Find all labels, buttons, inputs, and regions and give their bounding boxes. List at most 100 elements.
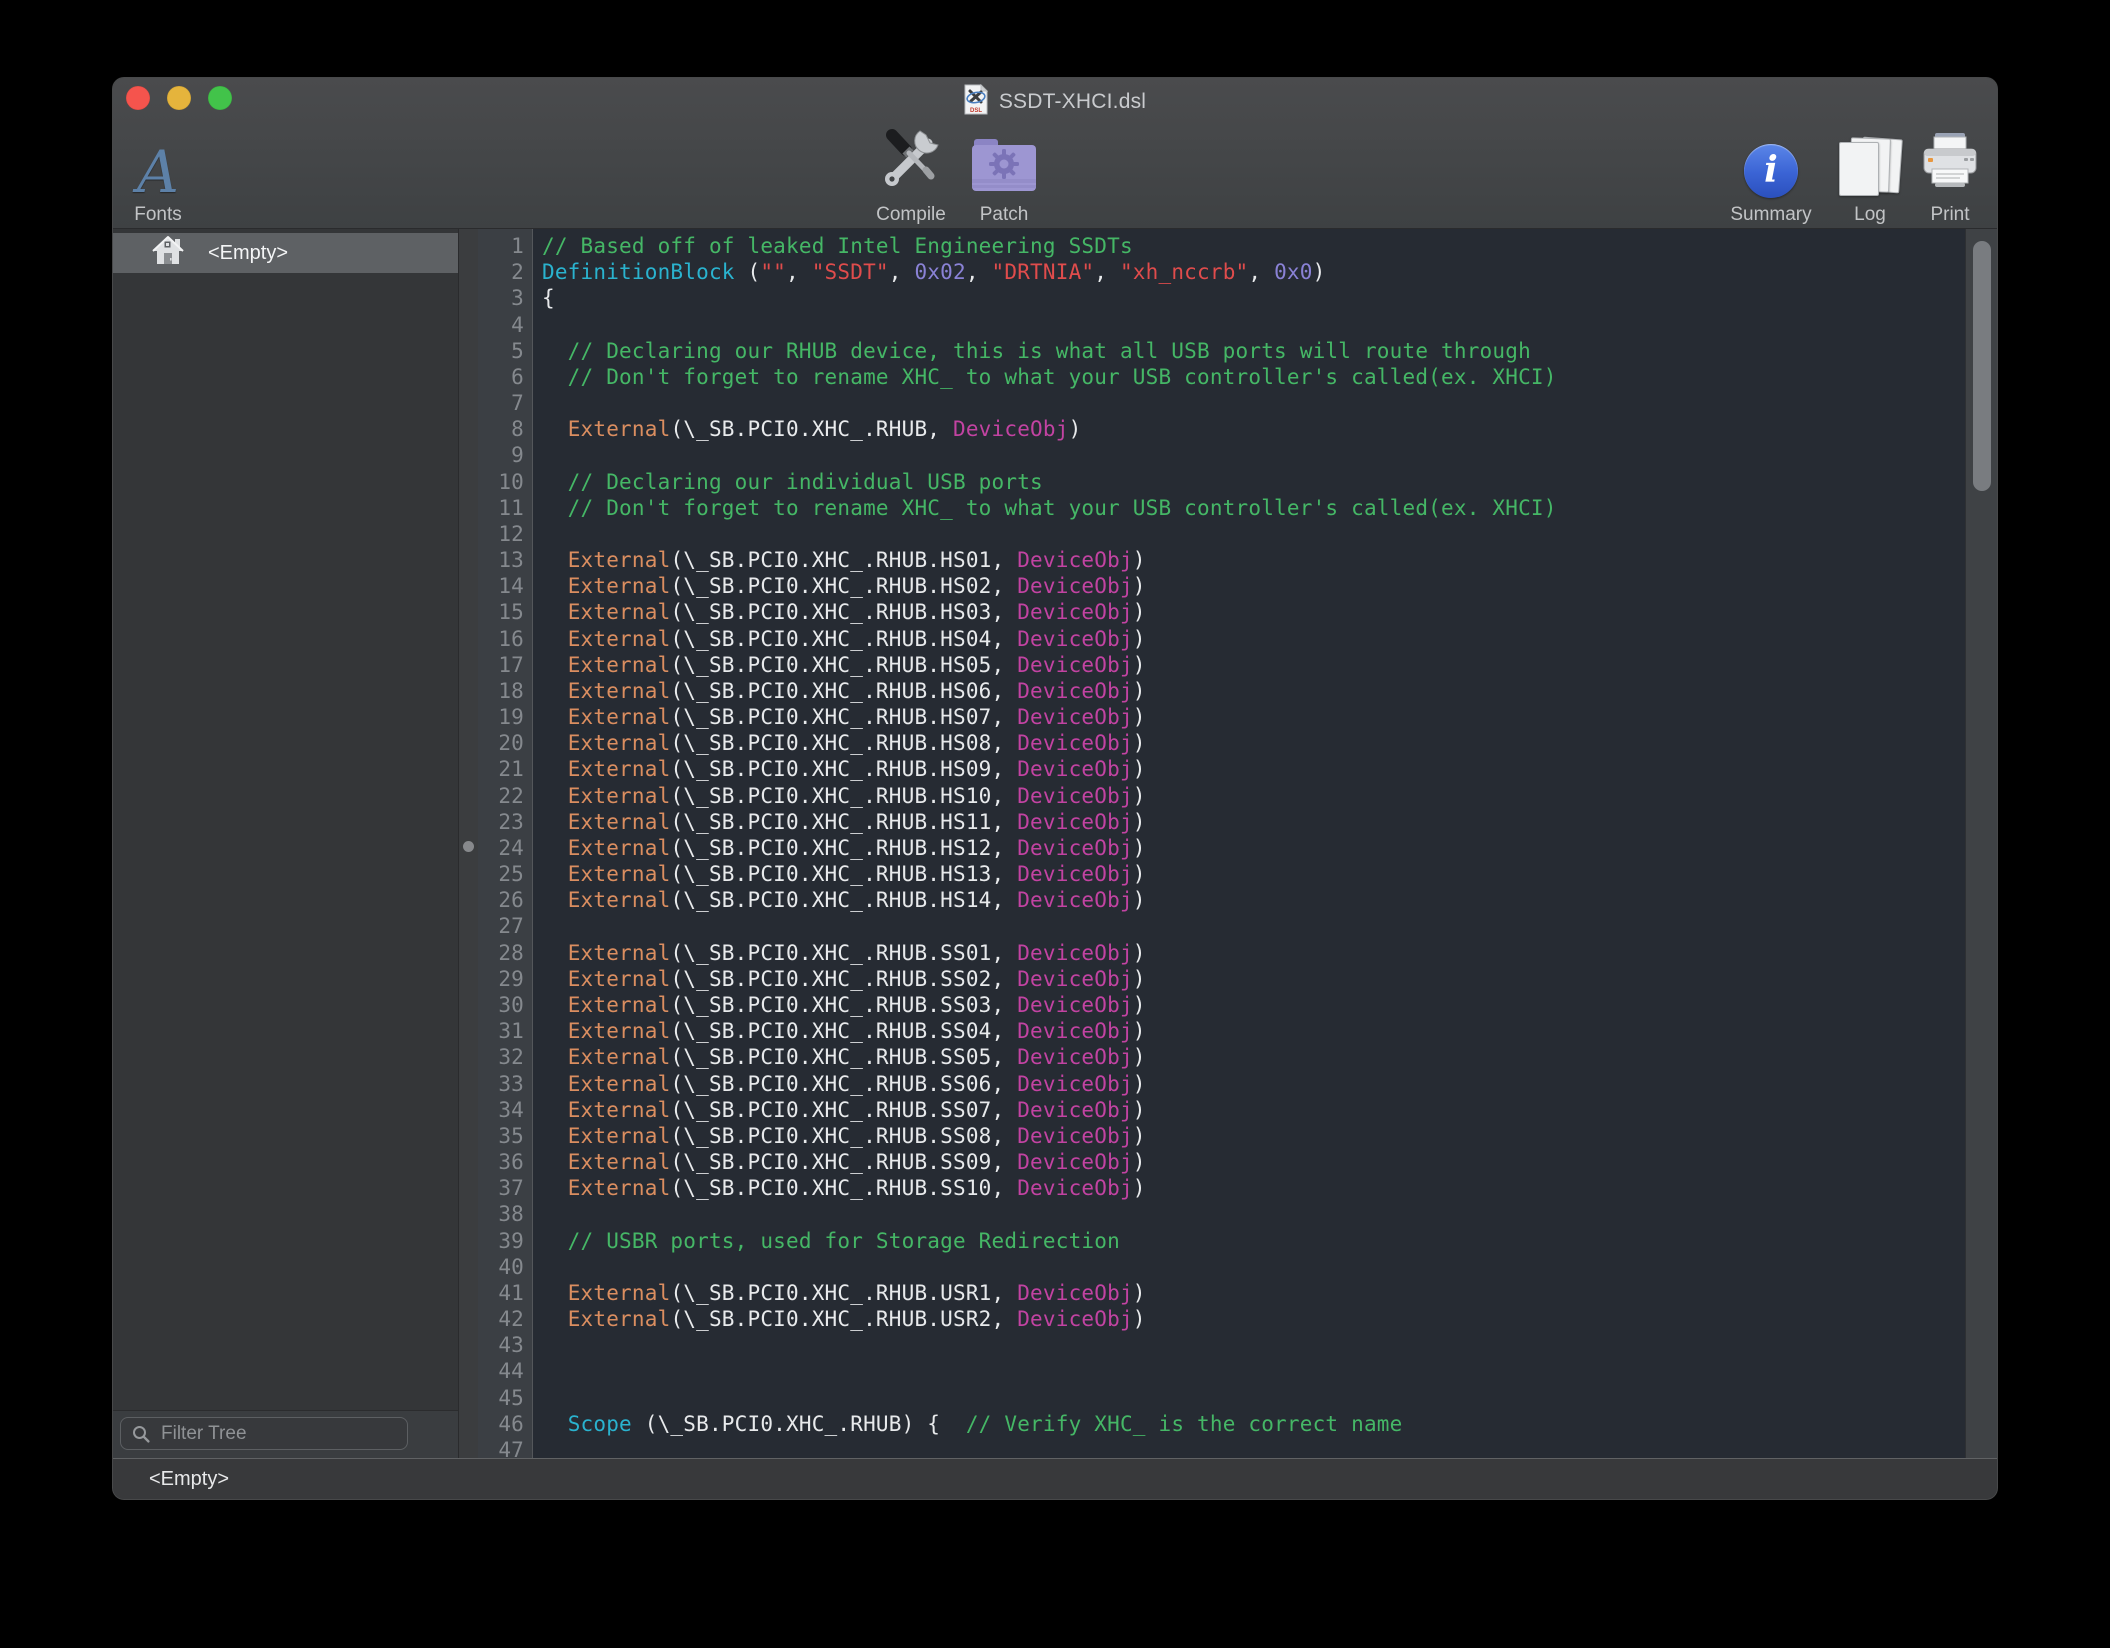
code-line: 36 External(\_SB.PCI0.XHC_.RHUB.SS09, De… <box>478 1149 1966 1175</box>
code-text <box>533 390 542 416</box>
code-text: External(\_SB.PCI0.XHC_.RHUB, DeviceObj) <box>533 416 1081 442</box>
code-line: 34 External(\_SB.PCI0.XHC_.RHUB.SS07, De… <box>478 1097 1966 1123</box>
code-text: // Don't forget to rename XHC_ to what y… <box>533 364 1557 390</box>
line-number: 33 <box>478 1071 533 1097</box>
print-button[interactable]: Print <box>1875 126 1997 226</box>
printer-icon <box>1919 131 1981 198</box>
code-line: 4 <box>478 312 1966 338</box>
line-number: 38 <box>478 1201 533 1227</box>
code-text: External(\_SB.PCI0.XHC_.RHUB.SS01, Devic… <box>533 940 1146 966</box>
code-text: // Don't forget to rename XHC_ to what y… <box>533 495 1557 521</box>
code-text: External(\_SB.PCI0.XHC_.RHUB.HS06, Devic… <box>533 678 1146 704</box>
line-number: 23 <box>478 809 533 835</box>
filter-area <box>113 1410 458 1458</box>
line-number: 31 <box>478 1018 533 1044</box>
maciasl-window: DSL SSDT-XHCI.dsl A Fonts <box>113 78 1997 1499</box>
line-number: 6 <box>478 364 533 390</box>
line-number: 20 <box>478 730 533 756</box>
line-number: 2 <box>478 259 533 285</box>
code-line: 13 External(\_SB.PCI0.XHC_.RHUB.HS01, De… <box>478 547 1966 573</box>
line-number: 22 <box>478 783 533 809</box>
code-text <box>533 1358 542 1384</box>
code-text: External(\_SB.PCI0.XHC_.RHUB.HS02, Devic… <box>533 573 1146 599</box>
line-number: 13 <box>478 547 533 573</box>
code-text: // USBR ports, used for Storage Redirect… <box>533 1228 1120 1254</box>
patch-button[interactable]: Patch <box>929 126 1079 226</box>
code-line: 10 // Declaring our individual USB ports <box>478 469 1966 495</box>
line-number: 18 <box>478 678 533 704</box>
patch-folder-icon <box>971 137 1037 198</box>
code-line: 1// Based off of leaked Intel Engineerin… <box>478 233 1966 259</box>
title-row: DSL SSDT-XHCI.dsl <box>113 85 1997 119</box>
code-line: 6 // Don't forget to rename XHC_ to what… <box>478 364 1966 390</box>
code-text <box>533 521 542 547</box>
status-selection-label: <Empty> <box>149 1468 229 1491</box>
line-number: 4 <box>478 312 533 338</box>
line-number: 28 <box>478 940 533 966</box>
print-label: Print <box>1930 204 1969 226</box>
splitter-handle-icon[interactable] <box>463 841 474 852</box>
search-icon <box>131 1424 151 1444</box>
filter-field[interactable] <box>120 1417 408 1450</box>
code-lines: 1// Based off of leaked Intel Engineerin… <box>478 233 1966 1458</box>
code-text: External(\_SB.PCI0.XHC_.RHUB.SS05, Devic… <box>533 1044 1146 1070</box>
code-text: External(\_SB.PCI0.XHC_.RHUB.HS07, Devic… <box>533 704 1146 730</box>
code-line: 30 External(\_SB.PCI0.XHC_.RHUB.SS03, De… <box>478 992 1966 1018</box>
line-number: 21 <box>478 756 533 782</box>
tree-root-item[interactable]: <Empty> <box>113 233 458 273</box>
fonts-button[interactable]: A Fonts <box>113 126 233 226</box>
code-line: 25 External(\_SB.PCI0.XHC_.RHUB.HS13, De… <box>478 861 1966 887</box>
code-line: 2DefinitionBlock ("", "SSDT", 0x02, "DRT… <box>478 259 1966 285</box>
line-number: 45 <box>478 1385 533 1411</box>
code-text: External(\_SB.PCI0.XHC_.RHUB.HS12, Devic… <box>533 835 1146 861</box>
filter-tree-input[interactable] <box>159 1422 408 1446</box>
code-editor[interactable]: 1// Based off of leaked Intel Engineerin… <box>478 229 1997 1458</box>
code-line: 44 <box>478 1358 1966 1384</box>
code-text <box>533 1201 542 1227</box>
line-number: 40 <box>478 1254 533 1280</box>
code-line: 18 External(\_SB.PCI0.XHC_.RHUB.HS06, De… <box>478 678 1966 704</box>
line-number: 12 <box>478 521 533 547</box>
line-number: 14 <box>478 573 533 599</box>
code-line: 31 External(\_SB.PCI0.XHC_.RHUB.SS04, De… <box>478 1018 1966 1044</box>
code-line: 40 <box>478 1254 1966 1280</box>
code-text: External(\_SB.PCI0.XHC_.RHUB.SS06, Devic… <box>533 1071 1146 1097</box>
code-text: External(\_SB.PCI0.XHC_.RHUB.HS11, Devic… <box>533 809 1146 835</box>
code-line: 33 External(\_SB.PCI0.XHC_.RHUB.SS06, De… <box>478 1071 1966 1097</box>
code-text: External(\_SB.PCI0.XHC_.RHUB.HS09, Devic… <box>533 756 1146 782</box>
code-line: 35 External(\_SB.PCI0.XHC_.RHUB.SS08, De… <box>478 1123 1966 1149</box>
line-number: 27 <box>478 913 533 939</box>
line-number: 7 <box>478 390 533 416</box>
line-number: 30 <box>478 992 533 1018</box>
code-text: External(\_SB.PCI0.XHC_.RHUB.HS13, Devic… <box>533 861 1146 887</box>
line-number: 39 <box>478 1228 533 1254</box>
code-line: 16 External(\_SB.PCI0.XHC_.RHUB.HS04, De… <box>478 626 1966 652</box>
pane-splitter[interactable] <box>459 229 478 1458</box>
code-line: 47 <box>478 1437 1966 1458</box>
code-line: 19 External(\_SB.PCI0.XHC_.RHUB.HS07, De… <box>478 704 1966 730</box>
code-line: 23 External(\_SB.PCI0.XHC_.RHUB.HS11, De… <box>478 809 1966 835</box>
line-number: 8 <box>478 416 533 442</box>
code-text: External(\_SB.PCI0.XHC_.RHUB.SS10, Devic… <box>533 1175 1146 1201</box>
fonts-icon: A <box>137 146 179 198</box>
code-line: 26 External(\_SB.PCI0.XHC_.RHUB.HS14, De… <box>478 887 1966 913</box>
code-line: 14 External(\_SB.PCI0.XHC_.RHUB.HS02, De… <box>478 573 1966 599</box>
acpi-tree[interactable]: <Empty> <box>113 229 458 1410</box>
code-text: DefinitionBlock ("", "SSDT", 0x02, "DRTN… <box>533 259 1325 285</box>
code-line: 17 External(\_SB.PCI0.XHC_.RHUB.HS05, De… <box>478 652 1966 678</box>
code-line: 43 <box>478 1332 1966 1358</box>
vertical-scrollbar[interactable] <box>1965 229 1997 1458</box>
line-number: 36 <box>478 1149 533 1175</box>
code-text: // Based off of leaked Intel Engineering… <box>533 233 1133 259</box>
scrollbar-thumb[interactable] <box>1973 241 1991 491</box>
code-line: 11 // Don't forget to rename XHC_ to wha… <box>478 495 1966 521</box>
code-line: 28 External(\_SB.PCI0.XHC_.RHUB.SS01, De… <box>478 940 1966 966</box>
code-line: 46 Scope (\_SB.PCI0.XHC_.RHUB) { // Veri… <box>478 1411 1966 1437</box>
code-line: 7 <box>478 390 1966 416</box>
line-number: 15 <box>478 599 533 625</box>
code-text: External(\_SB.PCI0.XHC_.RHUB.SS04, Devic… <box>533 1018 1146 1044</box>
code-text: External(\_SB.PCI0.XHC_.RHUB.SS09, Devic… <box>533 1149 1146 1175</box>
line-number: 9 <box>478 442 533 468</box>
code-line: 3{ <box>478 285 1966 311</box>
code-text <box>533 442 542 468</box>
